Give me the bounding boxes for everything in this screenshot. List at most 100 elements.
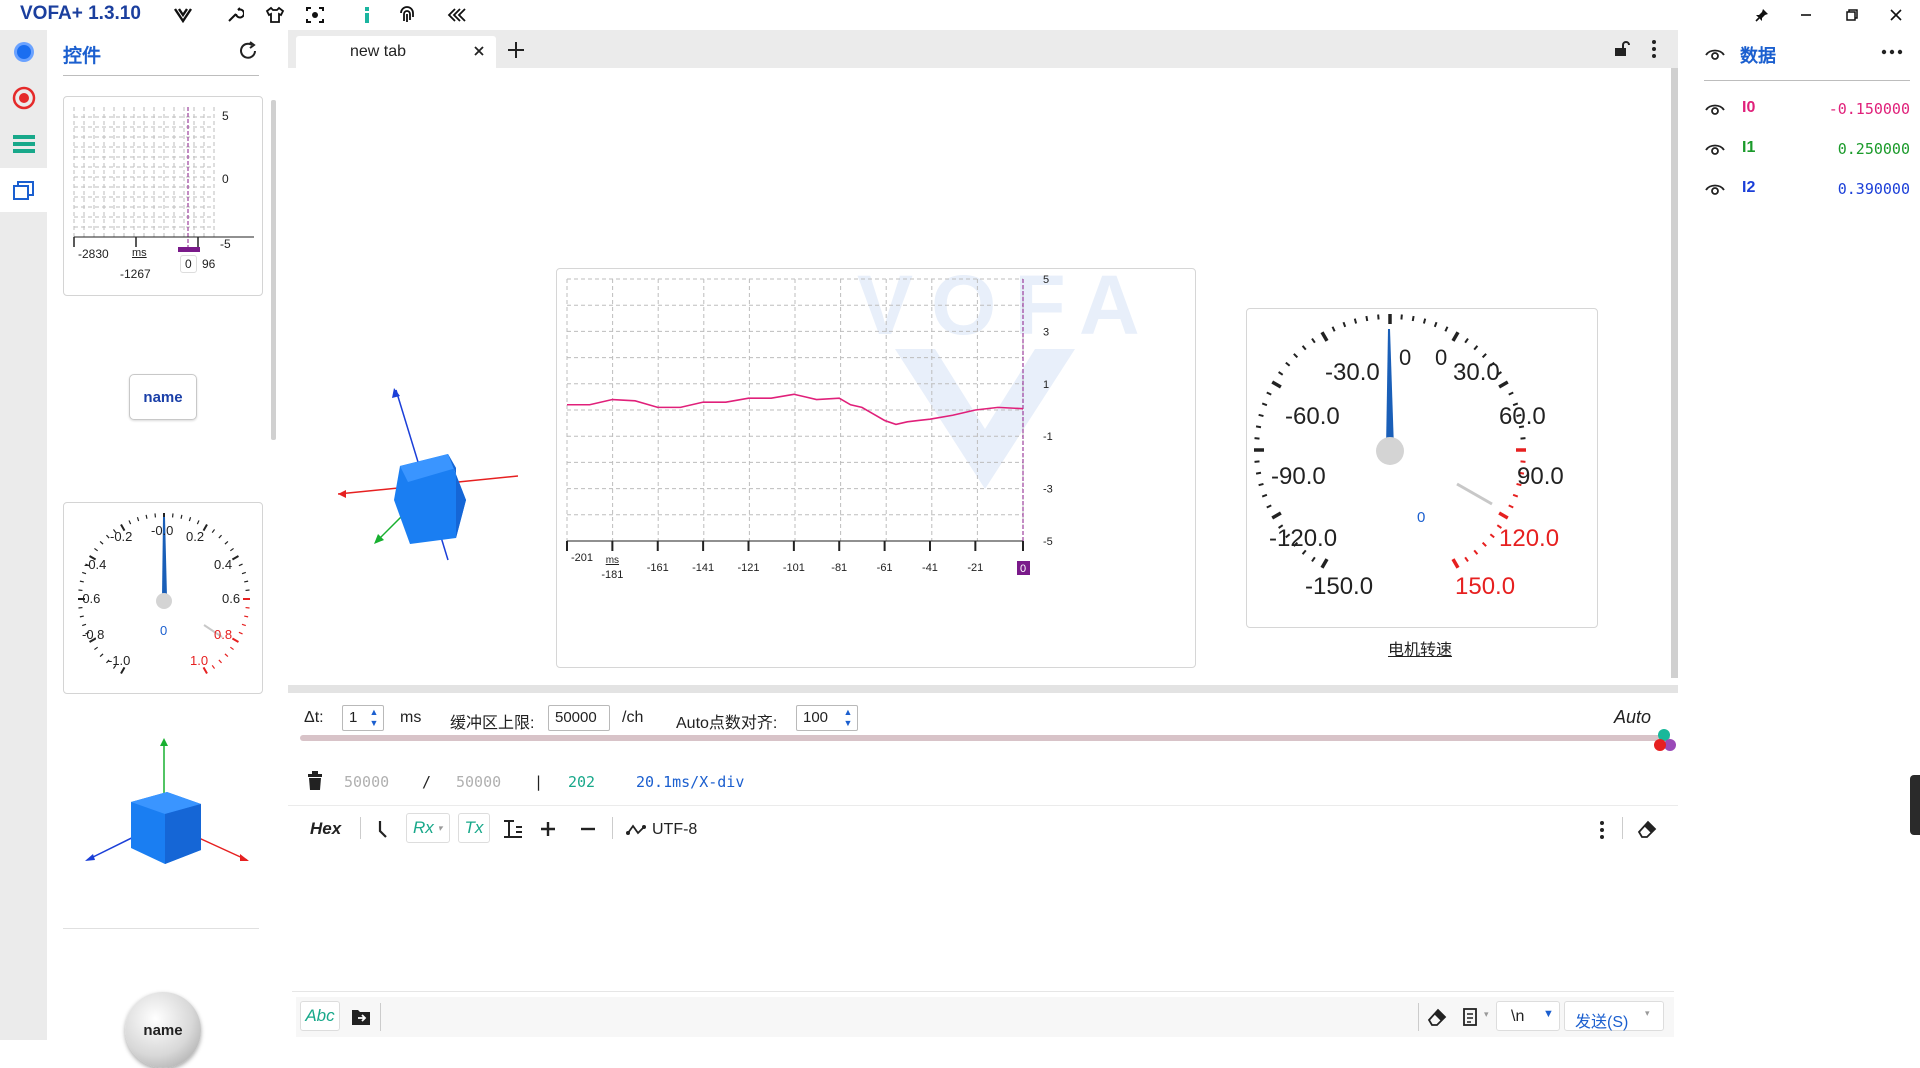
gauge-tick [1499,513,1508,518]
count-received: 50000 [344,773,389,791]
thumb-ytick-mid: 0 [222,172,229,186]
wrench-icon[interactable] [222,3,248,27]
text-format-icon[interactable] [502,819,524,839]
gauge-widget[interactable]: -30.0 0 0 30.0 -60.0 60.0 -90.0 90.0 -12… [1246,308,1598,628]
receive-text-area[interactable] [288,857,1678,1007]
gauge-label: 150.0 [1455,573,1515,601]
gauge-tick [1509,393,1514,395]
pin-icon[interactable] [1742,2,1782,28]
record-icon[interactable] [0,76,47,120]
tab-more-icon[interactable] [1648,38,1660,60]
channel-row[interactable]: I1 0.250000 [1704,137,1910,161]
widgets-icon[interactable] [0,168,47,212]
data-more-icon[interactable] [1880,42,1904,62]
dial-tick [94,647,97,649]
trash-icon[interactable] [306,771,324,791]
gauge-tick [1322,332,1327,341]
send-button[interactable]: 发送(S) ▾ [1564,1001,1664,1031]
dial-tick [219,660,222,663]
close-icon[interactable] [1876,2,1916,28]
gauge-tick [1355,319,1356,324]
spin-up-icon[interactable]: ▲ [841,707,855,717]
waveform-chart[interactable]: VOFA -201-181-161-141-121-101-81-61-41-2… [556,268,1196,668]
send-file-icon[interactable] [350,1007,372,1027]
cursor-icon[interactable] [376,819,392,839]
x-tick-label: -61 [877,562,893,574]
panel-scrollbar[interactable] [271,100,276,440]
dial-widget[interactable]: -0.2 -0.0 0.2 -0.4 0.4 -0.6 0.6 -0.8 0.8… [63,502,263,694]
spin-up-icon[interactable]: ▲ [367,707,381,717]
gauge-tick [1256,473,1261,474]
dt-label: Δt: [304,709,324,727]
activity-bar [0,30,47,1040]
encoding-label[interactable]: UTF-8 [652,821,697,839]
dt-input[interactable]: 1 ▲ ▼ [342,705,384,731]
info-icon[interactable] [354,3,380,27]
add-tab-icon[interactable] [506,40,526,60]
waveform-widget[interactable]: 5 0 -5 -2830 ms -1267 0 96 [63,96,263,296]
newline-select[interactable]: \n ▼ [1496,1001,1560,1031]
gauge-tick [1272,513,1281,518]
protocol-icon[interactable] [0,30,47,74]
buffer-input[interactable]: 50000 [548,705,610,731]
gauge-tick [1312,339,1315,343]
y-tick-label: 1 [1043,379,1049,391]
abc-toggle[interactable]: Abc [300,1001,340,1031]
eye-icon[interactable] [1704,100,1726,118]
eye-icon[interactable] [1704,140,1726,158]
encoding-icon[interactable] [626,821,646,839]
refresh-icon[interactable] [237,40,259,62]
zoom-in-icon[interactable] [538,819,558,839]
button-widget[interactable]: name [129,374,197,420]
gauge-label: -150.0 [1305,573,1373,601]
spin-down-icon[interactable]: ▼ [367,718,381,728]
capture-icon[interactable] [302,3,328,27]
side-handle[interactable] [1910,775,1920,835]
close-tab-icon[interactable] [472,44,486,58]
list-icon[interactable] [0,122,47,166]
gauge-tick [1490,534,1494,537]
chevron-down-icon[interactable]: ▾ [1484,1009,1489,1020]
tx-toggle[interactable]: Tx [458,813,490,843]
fingerprint-icon[interactable] [394,3,420,27]
channel-row[interactable]: I2 0.390000 [1704,177,1910,201]
auto-align-input[interactable]: 100 ▲ ▼ [796,705,858,731]
gauge-ghost-needle [1457,484,1492,504]
gauge-tick [1513,495,1518,497]
history-icon[interactable] [1462,1007,1480,1027]
tab-new-tab[interactable]: new tab [296,36,496,68]
range-slider-track[interactable] [300,735,1670,741]
shirt-icon[interactable] [262,3,288,27]
gauge-label: 30.0 [1453,359,1500,387]
canvas-scrollbar[interactable] [1671,68,1678,678]
clear-send-icon[interactable] [1426,1007,1448,1027]
zoom-out-icon[interactable] [578,819,598,839]
gauge-label: 90.0 [1517,463,1564,491]
lock-icon[interactable] [1613,40,1631,58]
spin-down-icon[interactable]: ▼ [841,718,855,728]
dial-tick [189,517,190,521]
send-input[interactable] [384,999,1414,1035]
rx-label: Rx [413,818,434,838]
minimize-icon[interactable] [1786,2,1826,28]
hex-toggle[interactable]: Hex [310,819,341,839]
tab-bar: new tab [288,30,1678,68]
cube-widget[interactable] [77,730,257,890]
eye-icon[interactable] [1704,180,1726,198]
slider-handle-left[interactable] [1654,739,1666,751]
rx-toggle[interactable]: Rx ▾ [406,813,450,843]
restore-icon[interactable] [1832,2,1872,28]
more-icon[interactable] [1596,819,1608,841]
gauge-label: -30.0 [1325,359,1380,387]
eraser-icon[interactable] [1636,819,1658,839]
data-panel: 数据 I0 -0.150000 I1 0.250000 I2 0.390000 [1688,30,1920,1040]
attitude-cube-widget[interactable] [338,388,518,568]
round-button-widget[interactable]: name [125,992,201,1068]
collapse-icon[interactable] [444,3,470,27]
vofa-logo-icon[interactable] [170,3,196,27]
channel-row[interactable]: I0 -0.150000 [1704,97,1910,121]
auto-button[interactable]: Auto [1614,707,1651,728]
splitter[interactable] [288,685,1678,693]
eye-icon[interactable] [1704,45,1726,63]
channel-value: 0.390000 [1838,180,1910,198]
